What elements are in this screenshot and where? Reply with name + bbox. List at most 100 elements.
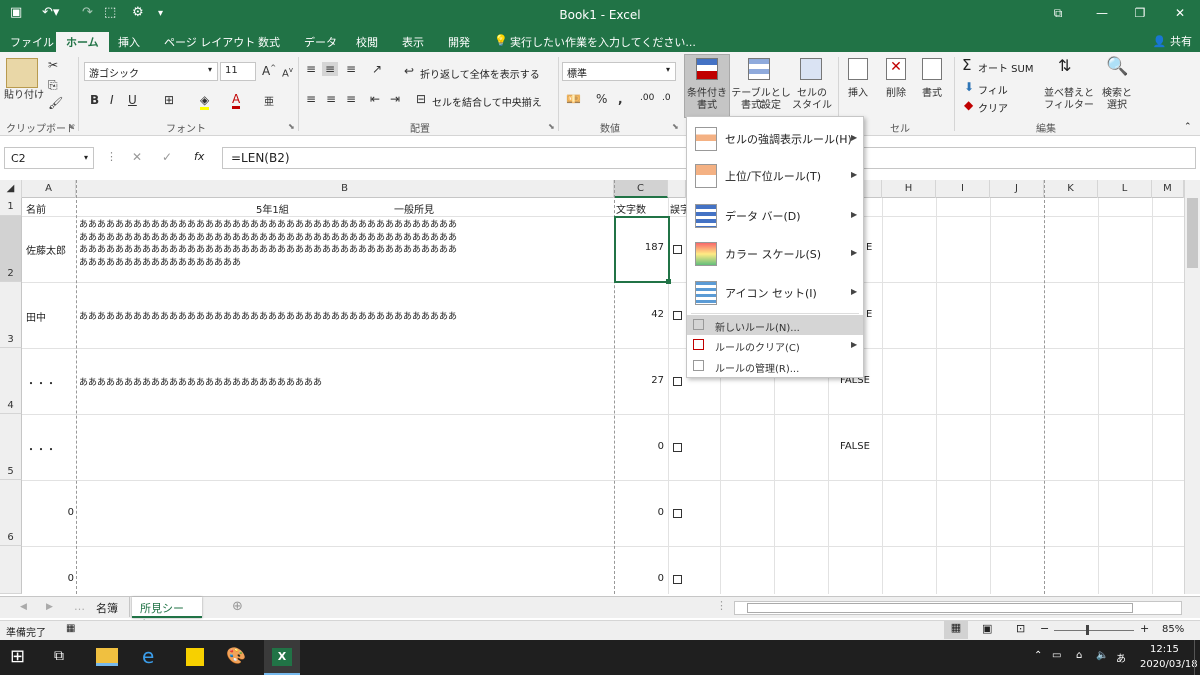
split-handle-icon[interactable]: ⋮ xyxy=(716,599,727,612)
cell-b3[interactable]: ああああああああああああああああああああああああああああああああああああああああ… xyxy=(79,309,611,322)
row-header-6[interactable]: 6 xyxy=(0,480,22,546)
align-bottom-icon[interactable]: ≡ xyxy=(346,62,356,76)
cell-styles-label-2[interactable]: スタイル xyxy=(790,100,834,112)
clear-button[interactable]: クリア xyxy=(978,100,1008,115)
edge-icon[interactable]: e xyxy=(142,644,154,668)
col-header-d[interactable] xyxy=(668,180,686,198)
checkbox-row5[interactable] xyxy=(673,443,682,452)
tray-chevron-icon[interactable]: ⌃ xyxy=(1034,650,1042,661)
file-explorer-icon[interactable] xyxy=(96,648,118,666)
italic-icon[interactable]: I xyxy=(110,93,114,107)
clock-date[interactable]: 2020/03/18 xyxy=(1140,659,1198,670)
cancel-icon[interactable]: ✕ xyxy=(132,150,142,164)
tab-data[interactable]: データ xyxy=(304,34,337,50)
phonetic-icon[interactable]: 亜 xyxy=(264,93,274,108)
copy-icon[interactable]: ⎘ xyxy=(48,78,58,93)
menu-item-highlight-rules[interactable]: セルの強調表示ルール(H) ▶ xyxy=(687,127,863,157)
grow-font-icon[interactable]: A^ xyxy=(262,64,276,78)
menu-item-icon-sets[interactable]: アイコン セット(I) ▶ xyxy=(687,281,863,311)
find-select-icon[interactable]: 🔍 xyxy=(1106,56,1128,77)
align-top-icon[interactable]: ≡ xyxy=(306,62,316,76)
tab-insert[interactable]: 挿入 xyxy=(118,34,140,50)
minimize-icon[interactable]: — xyxy=(1092,6,1112,20)
autosum-icon[interactable]: Σ xyxy=(962,56,971,74)
tab-page-layout[interactable]: ページ レイアウト xyxy=(164,34,255,50)
macro-record-icon[interactable]: ▦ xyxy=(66,623,75,634)
cell-a7[interactable]: 0 xyxy=(26,573,74,584)
cell-d1[interactable]: 誤字 xyxy=(670,201,686,216)
col-header-a[interactable]: A xyxy=(22,180,76,198)
col-header-j[interactable]: J xyxy=(990,180,1044,198)
more-sheets-icon[interactable]: … xyxy=(74,600,85,613)
zoom-slider-thumb[interactable] xyxy=(1086,625,1089,635)
page-layout-view-icon[interactable]: ▣ xyxy=(982,622,992,635)
cell-c4[interactable]: 27 xyxy=(616,375,664,386)
col-header-m[interactable]: M xyxy=(1152,180,1184,198)
row-header-1[interactable]: 1 xyxy=(0,198,22,216)
tab-home[interactable]: ホーム xyxy=(56,32,109,52)
name-box[interactable]: C2 xyxy=(4,147,94,169)
network-icon[interactable]: ⌂ xyxy=(1076,650,1082,661)
col-header-k[interactable]: K xyxy=(1044,180,1098,198)
ime-icon[interactable]: あ xyxy=(1116,650,1126,665)
select-all-corner[interactable]: ◢ xyxy=(0,180,22,198)
sticky-notes-icon[interactable] xyxy=(186,648,204,666)
font-size-select[interactable]: 11 xyxy=(220,62,256,81)
dialog-launcher-icon[interactable]: ⬊ xyxy=(672,122,679,131)
align-right-icon[interactable]: ≡ xyxy=(346,92,356,106)
cell-a4[interactable]: ・・・ xyxy=(26,375,56,390)
find-select-label-2[interactable]: 選択 xyxy=(1096,100,1138,112)
menu-item-clear-rules[interactable]: ルールのクリア(C) ▶ xyxy=(687,335,863,355)
scroll-right-icon[interactable]: ▶ xyxy=(46,602,53,612)
sort-filter-label-2[interactable]: フィルター xyxy=(1040,100,1098,112)
battery-icon[interactable]: ▭ xyxy=(1052,650,1061,661)
hscroll-thumb[interactable] xyxy=(747,603,1133,613)
merge-icon[interactable]: ⊟ xyxy=(416,92,426,106)
menu-item-top-bottom-rules[interactable]: 上位/下位ルール(T) ▶ xyxy=(687,164,863,194)
zoom-slider[interactable] xyxy=(1054,630,1134,631)
col-header-b[interactable]: B xyxy=(76,180,614,198)
sort-filter-label-1[interactable]: 並べ替えと xyxy=(1040,88,1098,100)
clock-time[interactable]: 12:15 xyxy=(1150,644,1179,655)
delete-cells-button[interactable]: 削除 xyxy=(878,88,914,100)
sheet-tab-comments[interactable]: 所見シート xyxy=(132,597,202,631)
paste-button[interactable]: 貼り付け xyxy=(2,90,46,102)
col-header-h[interactable]: H xyxy=(882,180,936,198)
volume-icon[interactable]: 🔈 xyxy=(1096,650,1108,661)
shrink-font-icon[interactable]: Av xyxy=(282,66,293,79)
dialog-launcher-icon[interactable]: ⬊ xyxy=(68,122,75,131)
cell-c7[interactable]: 0 xyxy=(616,573,664,584)
show-desktop-button[interactable] xyxy=(1194,640,1200,675)
cell-h2[interactable]: E xyxy=(866,242,872,253)
collapse-ribbon-icon[interactable]: ⌃ xyxy=(1184,122,1192,132)
excel-taskbar-button[interactable]: X xyxy=(264,640,300,675)
find-select-label-1[interactable]: 検索と xyxy=(1096,88,1138,100)
row-header-4[interactable]: 4 xyxy=(0,348,22,414)
clipboard-icon[interactable] xyxy=(6,58,38,88)
decrease-decimal-icon[interactable]: .0 xyxy=(662,93,671,103)
wrap-text-icon[interactable]: ↩ xyxy=(404,64,414,78)
add-sheet-icon[interactable]: ⊕ xyxy=(232,599,243,614)
menu-item-manage-rules[interactable]: ルールの管理(R)... xyxy=(687,356,863,376)
col-header-c[interactable]: C xyxy=(614,180,668,198)
menu-item-data-bars[interactable]: データ バー(D) ▶ xyxy=(687,204,863,234)
comma-icon[interactable]: , xyxy=(618,92,623,106)
checkbox-row6[interactable] xyxy=(673,509,682,518)
restore-icon[interactable]: ❐ xyxy=(1130,6,1150,20)
cell-styles-icon[interactable] xyxy=(800,58,822,80)
col-header-g[interactable] xyxy=(864,180,882,198)
horizontal-scrollbar[interactable] xyxy=(734,601,1182,615)
cell-c2[interactable]: 187 xyxy=(616,242,664,253)
cut-icon[interactable]: ✂ xyxy=(48,58,58,72)
tab-developer[interactable]: 開発 xyxy=(448,34,470,50)
cell-a6[interactable]: 0 xyxy=(26,507,74,518)
zoom-out-icon[interactable]: − xyxy=(1040,622,1049,635)
fill-color-icon[interactable]: ◈ xyxy=(200,93,210,110)
number-format-select[interactable]: 標準 xyxy=(562,62,676,81)
delete-cells-icon[interactable]: ✕ xyxy=(886,58,906,80)
tab-file[interactable]: ファイル xyxy=(10,34,54,50)
cell-a2[interactable]: 佐藤太郎 xyxy=(26,242,66,257)
zoom-level[interactable]: 85% xyxy=(1162,624,1184,635)
share-button[interactable]: 👤 共有 xyxy=(1153,33,1192,49)
cell-b1-title[interactable]: 一般所見 xyxy=(394,201,434,216)
